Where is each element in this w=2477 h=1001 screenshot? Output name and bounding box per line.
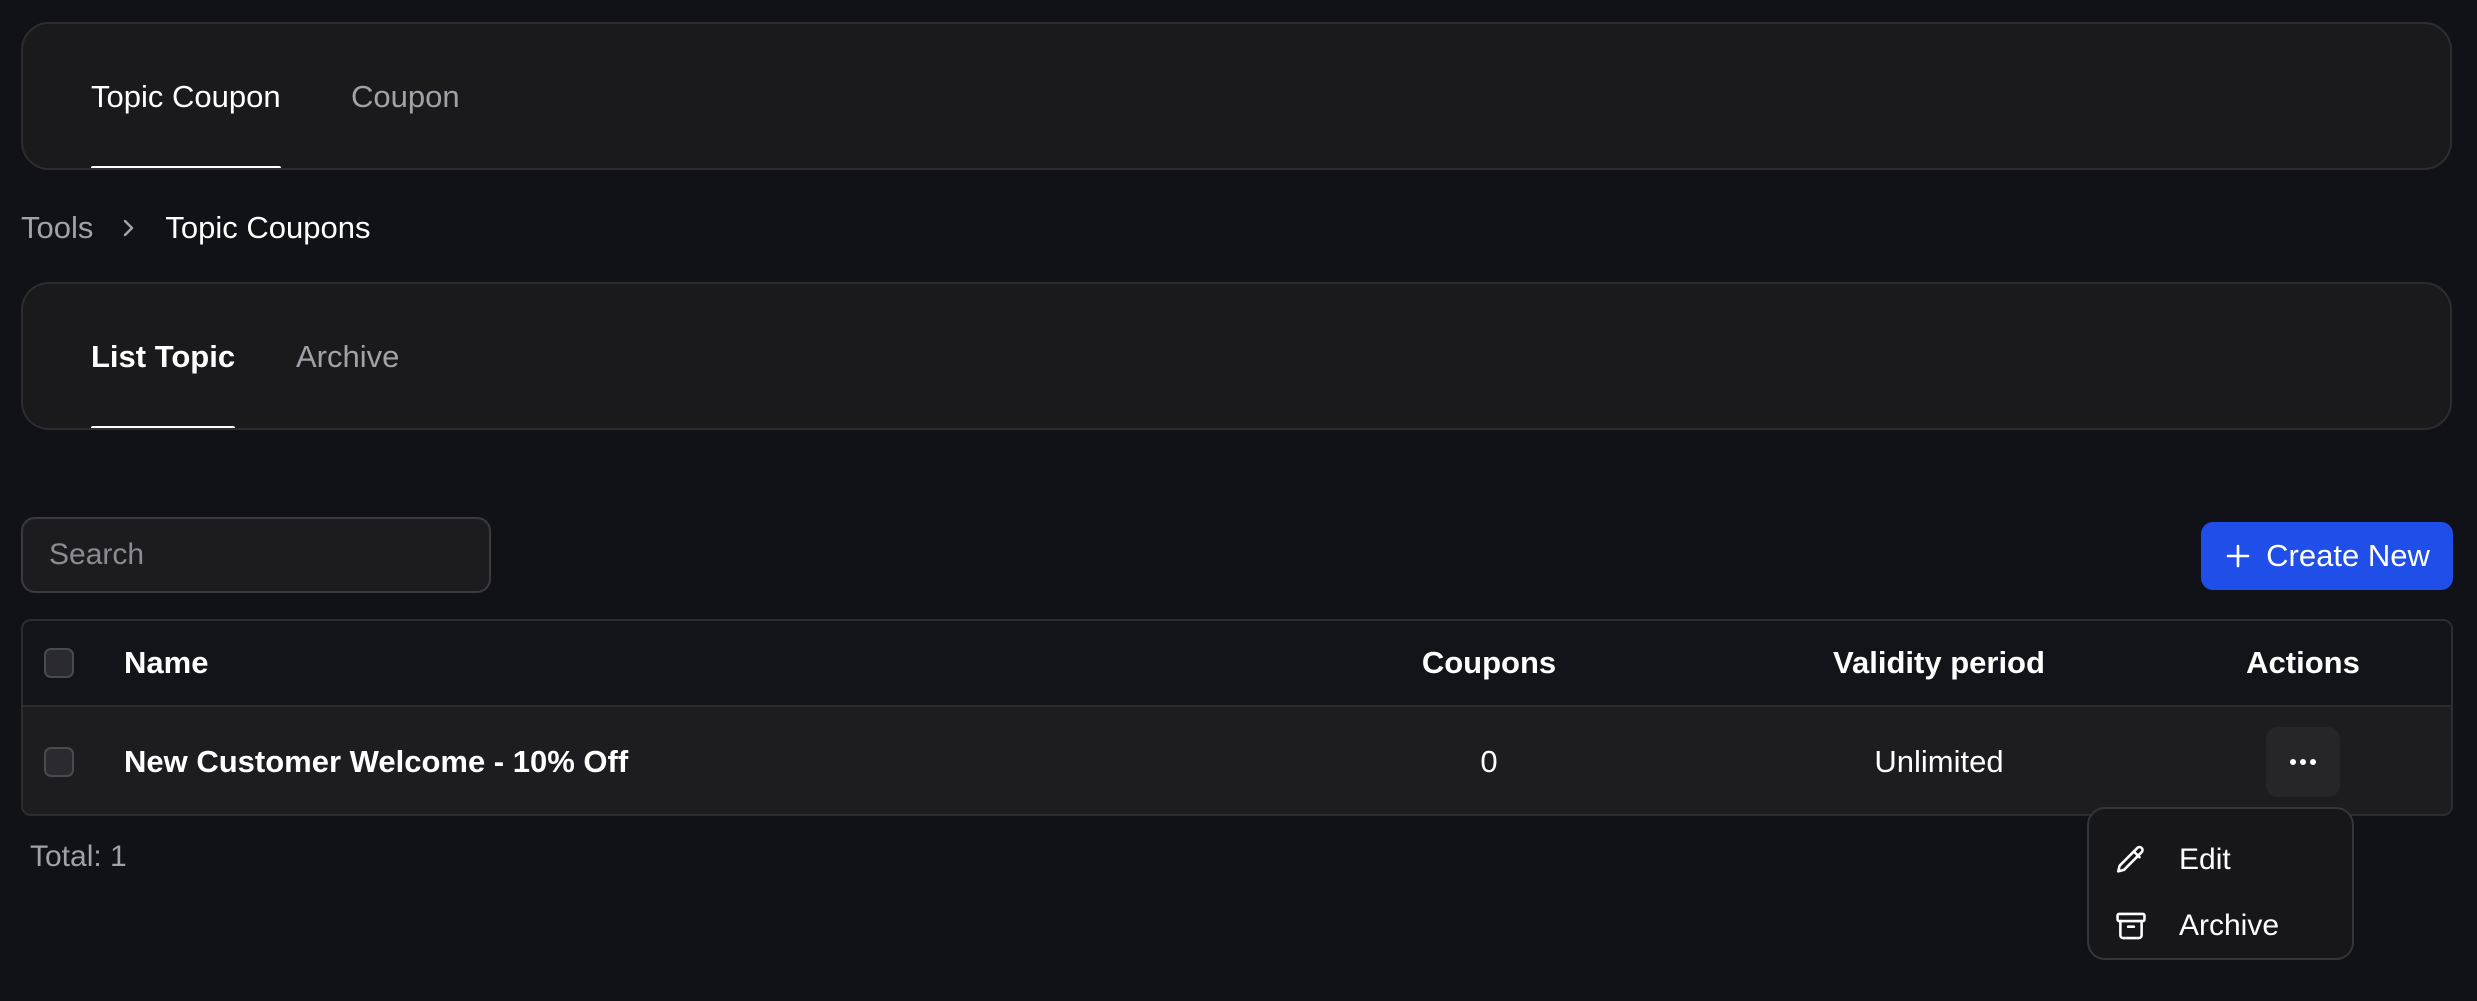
row-checkbox-cell <box>41 707 77 814</box>
header-validity-period: Validity period <box>1833 645 2045 680</box>
menu-item-label: Edit <box>2179 843 2231 876</box>
active-tab-indicator <box>91 426 236 428</box>
create-new-label: Create New <box>2266 538 2430 573</box>
more-horizontal-icon <box>2288 757 2318 767</box>
tab-topic-coupon[interactable]: Topic Coupon <box>91 24 281 168</box>
row-checkbox[interactable] <box>44 746 74 777</box>
table-row: New Customer Welcome - 10% Off 0 Unlimit… <box>23 707 2451 814</box>
pencil-icon <box>2113 842 2149 878</box>
search-input[interactable] <box>21 517 491 593</box>
tab-label: Coupon <box>351 79 460 114</box>
breadcrumb-tools-link[interactable]: Tools <box>21 210 93 246</box>
menu-item-archive[interactable]: Archive <box>2089 895 2352 957</box>
header-actions: Actions <box>2246 645 2360 680</box>
breadcrumb: Tools Topic Coupons <box>21 205 370 251</box>
header-checkbox-cell <box>41 621 77 705</box>
header-coupons: Coupons <box>1421 645 1557 680</box>
page: Topic Coupon Coupon Tools Topic Coupons … <box>0 0 2477 1001</box>
sub-tabs-bar: List Topic Archive <box>21 282 2452 430</box>
create-new-button[interactable]: Create New <box>2201 522 2453 590</box>
menu-item-label: Archive <box>2179 909 2280 942</box>
row-coupons: 0 <box>1480 743 1498 779</box>
tab-label: Archive <box>296 339 400 374</box>
row-validity-period: Unlimited <box>1874 743 2004 779</box>
tab-label: List Topic <box>91 339 236 374</box>
archive-box-icon <box>2113 908 2149 944</box>
tab-list-topic[interactable]: List Topic <box>91 284 236 428</box>
row-name: New Customer Welcome - 10% Off <box>124 743 629 779</box>
tab-archive[interactable]: Archive <box>296 284 400 428</box>
plus-icon <box>2224 542 2252 570</box>
tab-coupon[interactable]: Coupon <box>351 24 460 168</box>
row-actions-button[interactable] <box>2266 726 2340 797</box>
table-header: Name Coupons Validity period Actions <box>23 621 2451 707</box>
menu-item-edit[interactable]: Edit <box>2089 829 2352 891</box>
tab-label: Topic Coupon <box>91 79 281 114</box>
top-tabs-bar: Topic Coupon Coupon <box>21 22 2452 170</box>
breadcrumb-current: Topic Coupons <box>165 210 371 245</box>
row-actions-menu: Edit Archive <box>2087 807 2354 960</box>
active-tab-indicator <box>91 166 281 168</box>
select-all-checkbox[interactable] <box>44 648 74 678</box>
chevron-right-icon <box>93 217 165 239</box>
topics-table: Name Coupons Validity period Actions New… <box>21 619 2453 816</box>
total-count: Total: 1 <box>30 840 127 873</box>
header-name: Name <box>124 645 209 680</box>
row-actions-cell <box>2173 707 2433 814</box>
